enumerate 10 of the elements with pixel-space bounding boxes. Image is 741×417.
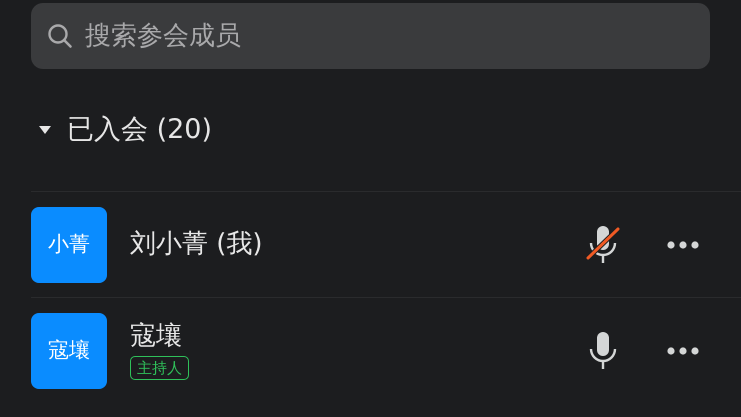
avatar: 寇壤 [31, 312, 107, 388]
search-input[interactable]: 搜索参会成员 [83, 16, 710, 56]
role-tag: 主持人 [130, 356, 189, 380]
member-name: 寇壤 [130, 320, 182, 352]
member-name: 刘小菁 (我) [130, 228, 263, 260]
search-field[interactable]: 搜索参会成员 [31, 3, 710, 69]
search-icon [47, 23, 73, 49]
avatar: 小菁 [31, 206, 107, 282]
collapse-caret-icon[interactable] [39, 126, 51, 134]
group-title: 已入会 (20) [67, 112, 212, 147]
